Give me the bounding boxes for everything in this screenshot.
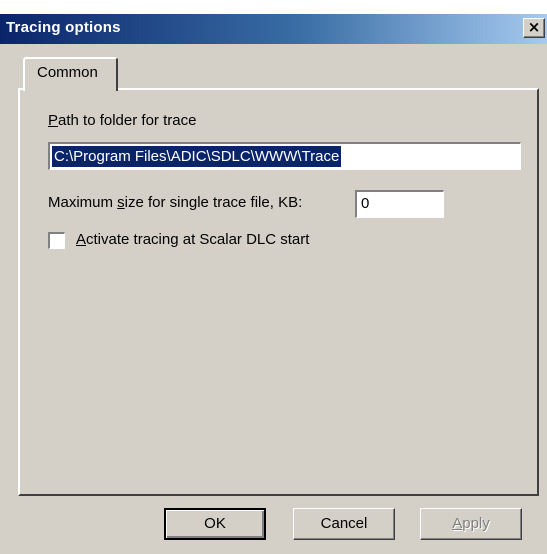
max-size-input[interactable]: 0: [355, 190, 444, 218]
apply-button-label: Apply: [452, 515, 490, 532]
activate-tracing-checkbox[interactable]: [48, 232, 65, 249]
apply-label-mnemonic: A: [452, 515, 463, 532]
ok-button-label: OK: [204, 515, 226, 532]
window-title: Tracing options: [6, 19, 121, 36]
background-strip: [0, 0, 547, 14]
close-button[interactable]: ×: [523, 18, 545, 38]
max-size-label-post: ize for single trace file, KB:: [124, 194, 303, 211]
apply-label-rest: pply: [462, 515, 490, 532]
max-size-label-mnemonic: s: [117, 194, 125, 211]
trace-path-selected-text: C:\Program Files\ADIC\SDLC\WWW\Trace: [52, 146, 342, 167]
title-bar[interactable]: Tracing options ×: [0, 14, 547, 44]
cancel-button-label: Cancel: [320, 515, 368, 532]
activate-label-rest: ctivate tracing at Scalar DLC start: [86, 231, 310, 248]
tab-common[interactable]: Common: [23, 57, 118, 91]
max-size-label-pre: Maximum: [48, 194, 118, 211]
apply-button[interactable]: Apply: [420, 508, 522, 540]
ok-button[interactable]: OK: [164, 508, 266, 540]
path-label-mnemonic: P: [48, 112, 59, 129]
max-size-value: 0: [361, 195, 370, 212]
activate-label-mnemonic: A: [76, 231, 87, 248]
path-label: Path to folder for trace: [48, 112, 196, 129]
close-icon: ×: [527, 18, 541, 36]
path-label-rest: ath to folder for trace: [58, 112, 197, 129]
cancel-button[interactable]: Cancel: [293, 508, 395, 540]
max-size-label: Maximum size for single trace file, KB:: [48, 194, 302, 211]
tab-panel-common: Path to folder for trace C:\Program File…: [18, 88, 539, 496]
tab-common-label: Common: [37, 64, 98, 81]
activate-tracing-label[interactable]: Activate tracing at Scalar DLC start: [76, 231, 309, 248]
trace-path-input[interactable]: C:\Program Files\ADIC\SDLC\WWW\Trace: [48, 142, 521, 170]
